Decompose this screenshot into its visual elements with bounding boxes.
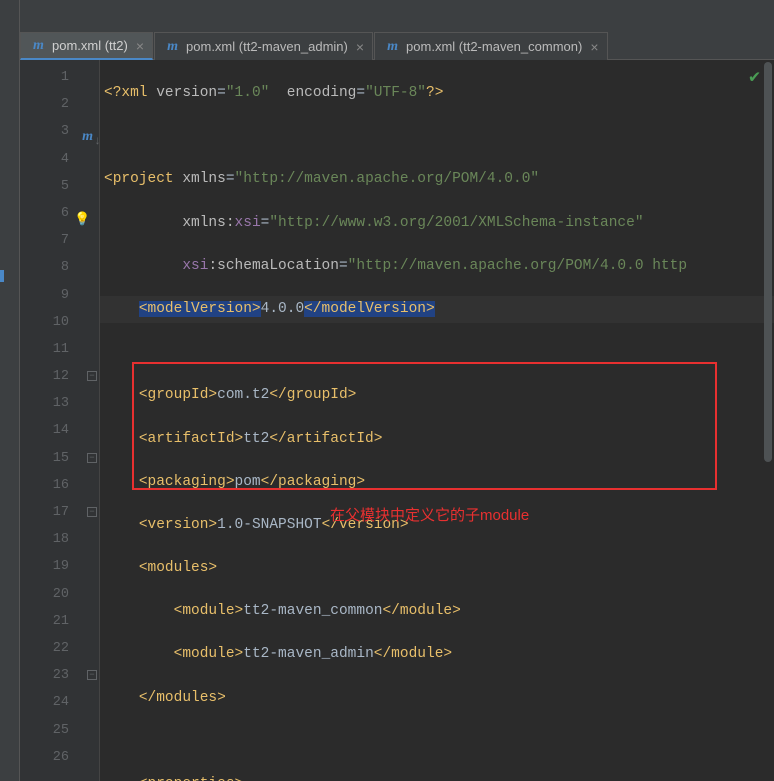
code-line[interactable]: xmlns:xsi="http://www.w3.org/2001/XMLSch… (100, 210, 774, 237)
tab-pom-common[interactable]: m pom.xml (tt2-maven_common) × (374, 32, 607, 60)
close-icon[interactable]: × (136, 38, 144, 54)
code-line[interactable]: <modules> (100, 555, 774, 582)
line-number: 9 (43, 282, 69, 309)
code-area[interactable]: <?xml version="1.0" encoding="UTF-8"?> <… (100, 60, 774, 781)
line-number: 21 (43, 608, 69, 635)
line-number: 23 (43, 662, 69, 689)
line-number: 8 (43, 254, 69, 281)
fold-icon[interactable]: − (87, 670, 97, 680)
code-line[interactable]: <module>tt2-maven_admin</module> (100, 641, 774, 668)
line-number: 12 (43, 363, 69, 390)
editor-tabs: m pom.xml (tt2) × m pom.xml (tt2-maven_a… (20, 0, 774, 60)
line-number: 5 (43, 173, 69, 200)
close-icon[interactable]: × (356, 39, 364, 55)
code-line[interactable]: <properties> (100, 771, 774, 781)
line-number: 16 (43, 472, 69, 499)
maven-file-icon: m (385, 39, 400, 54)
gutter: 1 2 3 m ↓ 4 5 6 💡 7 8 9 10 11 12− 13 14 … (20, 60, 100, 781)
tab-pom-tt2[interactable]: m pom.xml (tt2) × (20, 32, 153, 60)
line-number: 22 (43, 635, 69, 662)
analysis-ok-icon[interactable]: ✔ (749, 66, 760, 88)
fold-icon[interactable]: − (87, 507, 97, 517)
line-number: 20 (43, 581, 69, 608)
code-line[interactable]: <project xmlns="http://maven.apache.org/… (100, 166, 774, 193)
maven-file-icon: m (165, 39, 180, 54)
code-line[interactable]: <version>1.0-SNAPSHOT</version> (100, 512, 774, 539)
code-line[interactable]: <artifactId>tt2</artifactId> (100, 426, 774, 453)
line-number: 11 (43, 336, 69, 363)
line-number: 19 (43, 553, 69, 580)
line-number: 4 (43, 146, 69, 173)
line-number: 6 (43, 200, 69, 227)
editor[interactable]: 1 2 3 m ↓ 4 5 6 💡 7 8 9 10 11 12− 13 14 … (20, 60, 774, 781)
line-number: 13 (43, 390, 69, 417)
code-line[interactable]: <?xml version="1.0" encoding="UTF-8"?> (100, 80, 774, 107)
line-number: 7 (43, 227, 69, 254)
tool-window-bar[interactable] (0, 0, 20, 781)
tab-label: pom.xml (tt2) (52, 38, 128, 53)
line-number: 25 (43, 717, 69, 744)
code-line[interactable] (100, 123, 774, 150)
code-line[interactable]: <groupId>com.t2</groupId> (100, 382, 774, 409)
code-line[interactable]: </modules> (100, 685, 774, 712)
maven-file-icon: m (31, 38, 46, 53)
maven-gutter-icon[interactable]: m (78, 123, 93, 138)
line-number: 26 (43, 744, 69, 771)
scrollbar[interactable] (764, 62, 772, 462)
line-number: 24 (43, 689, 69, 716)
line-number: 14 (43, 417, 69, 444)
fold-icon[interactable]: − (87, 453, 97, 463)
code-line[interactable] (100, 339, 774, 366)
line-number: 17 (43, 499, 69, 526)
tab-label: pom.xml (tt2-maven_admin) (186, 39, 348, 54)
line-number: 18 (43, 526, 69, 553)
fold-icon[interactable]: − (87, 371, 97, 381)
code-line[interactable] (100, 728, 774, 755)
close-icon[interactable]: × (590, 39, 598, 55)
code-line[interactable]: xsi:schemaLocation="http://maven.apache.… (100, 253, 774, 280)
tab-label: pom.xml (tt2-maven_common) (406, 39, 582, 54)
code-line[interactable]: <module>tt2-maven_common</module> (100, 598, 774, 625)
tab-pom-admin[interactable]: m pom.xml (tt2-maven_admin) × (154, 32, 373, 60)
code-line[interactable]: <modelVersion>4.0.0</modelVersion> (100, 296, 774, 323)
line-number: 2 (43, 91, 69, 118)
code-line[interactable]: <packaging>pom</packaging> (100, 469, 774, 496)
line-number: 1 (43, 64, 69, 91)
line-number: 10 (43, 309, 69, 336)
line-number: 3 (43, 118, 69, 145)
line-number: 15 (43, 445, 69, 472)
